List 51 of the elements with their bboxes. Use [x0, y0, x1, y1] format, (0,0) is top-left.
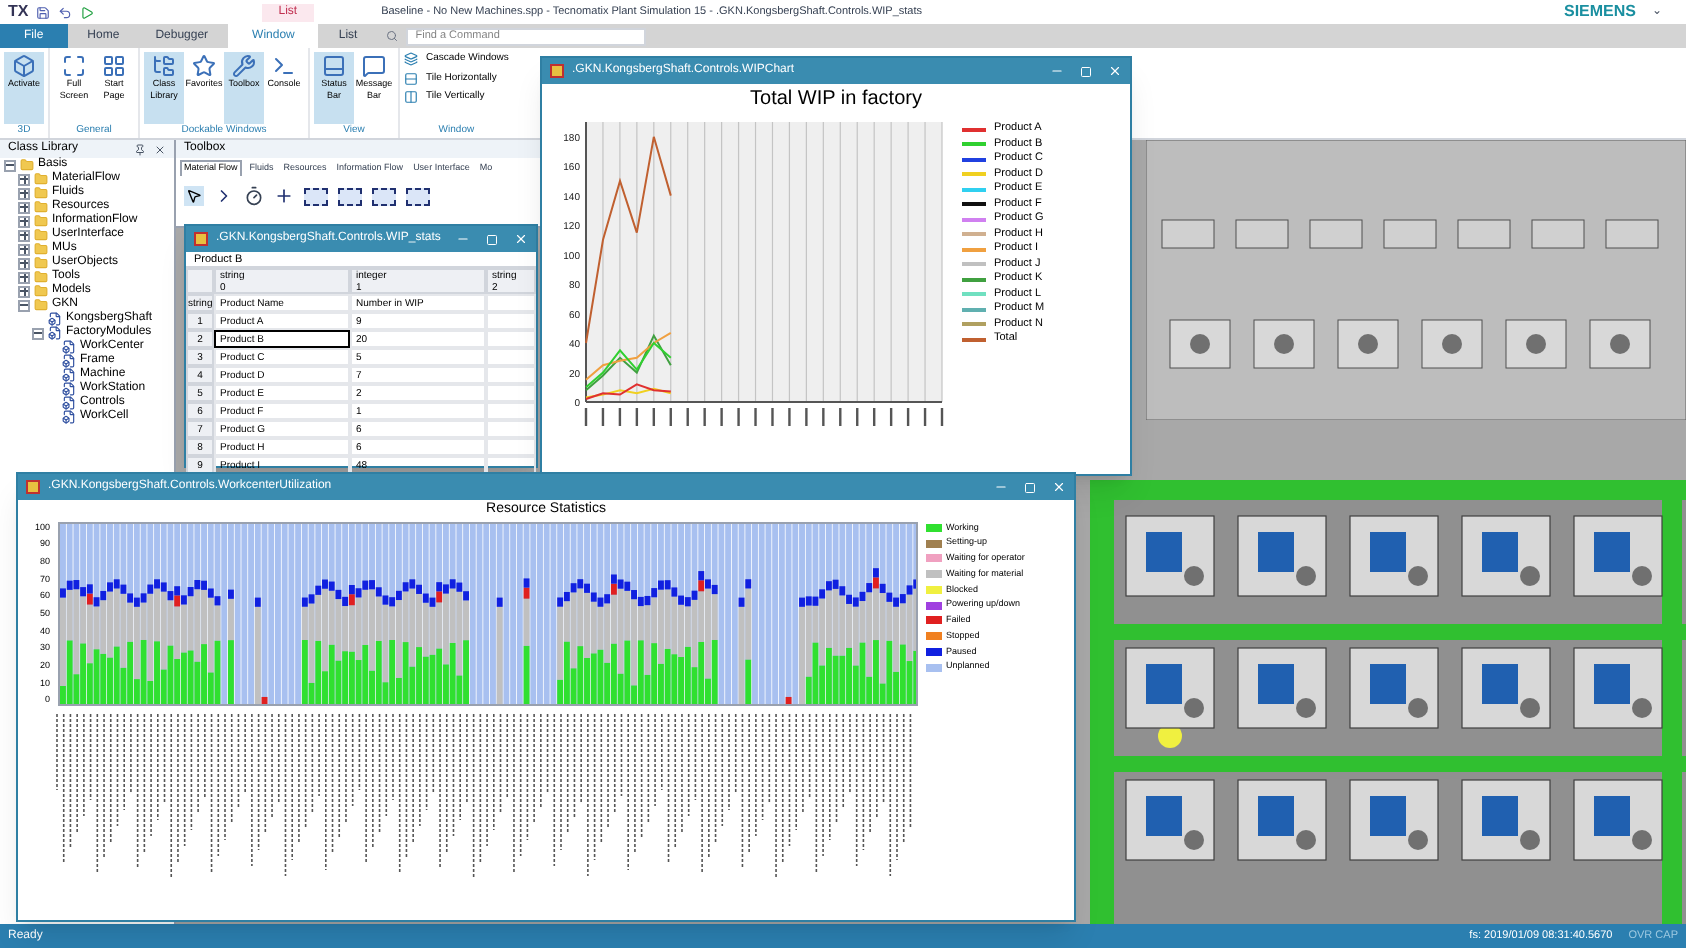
- expand-toggle[interactable]: [18, 257, 30, 269]
- rows-icon: [404, 71, 418, 86]
- table-cell: [486, 348, 536, 366]
- columns-icon: [404, 90, 418, 105]
- folder-tree-icon: [152, 54, 176, 78]
- table-cell: [486, 330, 536, 348]
- star-icon: [192, 54, 216, 78]
- table-cell: [486, 366, 536, 384]
- message-icon: [362, 54, 386, 78]
- window-icon: [550, 64, 564, 78]
- table-cell: [486, 294, 536, 312]
- window-icon: [26, 480, 40, 494]
- panel-icon: [322, 54, 346, 78]
- table-cell: [486, 384, 536, 402]
- app-logo: TX: [8, 0, 29, 24]
- corner-cell: [186, 268, 214, 294]
- table-cell: [486, 420, 536, 438]
- undo-icon[interactable]: [58, 5, 73, 19]
- collapse-toggle[interactable]: [32, 327, 44, 339]
- layers-icon: [404, 52, 418, 67]
- maximize-icon[interactable]: [486, 233, 498, 245]
- expand-toggle[interactable]: [18, 201, 30, 213]
- terminal-icon: [272, 54, 296, 78]
- expand-toggle[interactable]: [18, 215, 30, 227]
- table-cell: [486, 438, 536, 456]
- expand-toggle[interactable]: [18, 229, 30, 241]
- window-icon: [194, 232, 208, 246]
- expand-toggle[interactable]: [18, 173, 30, 185]
- expand-toggle[interactable]: [18, 187, 30, 199]
- expand-toggle[interactable]: [18, 271, 30, 283]
- pointer-icon[interactable]: [184, 186, 204, 206]
- timer-icon[interactable]: [244, 186, 264, 206]
- table-cell: [486, 402, 536, 420]
- save-icon[interactable]: [36, 5, 51, 19]
- grid-icon: [102, 54, 126, 78]
- maximize-icon: [62, 54, 86, 78]
- expand-toggle[interactable]: [18, 285, 30, 297]
- search-icon: [385, 30, 398, 42]
- pin-icon[interactable]: [134, 143, 146, 155]
- maximize-icon[interactable]: [1024, 481, 1036, 493]
- collapse-toggle[interactable]: [4, 159, 16, 171]
- chart-title: Total WIP in factory: [750, 86, 922, 114]
- cube-icon: [12, 54, 36, 78]
- brand-text: SIEMENS: [1563, 0, 1636, 24]
- play-icon[interactable]: [80, 5, 95, 19]
- expand-toggle[interactable]: [18, 243, 30, 255]
- collapse-toggle[interactable]: [18, 299, 30, 311]
- maximize-icon[interactable]: [1080, 65, 1092, 77]
- table-cell: [486, 312, 536, 330]
- close-icon[interactable]: [154, 143, 166, 155]
- wrench-icon: [232, 54, 256, 78]
